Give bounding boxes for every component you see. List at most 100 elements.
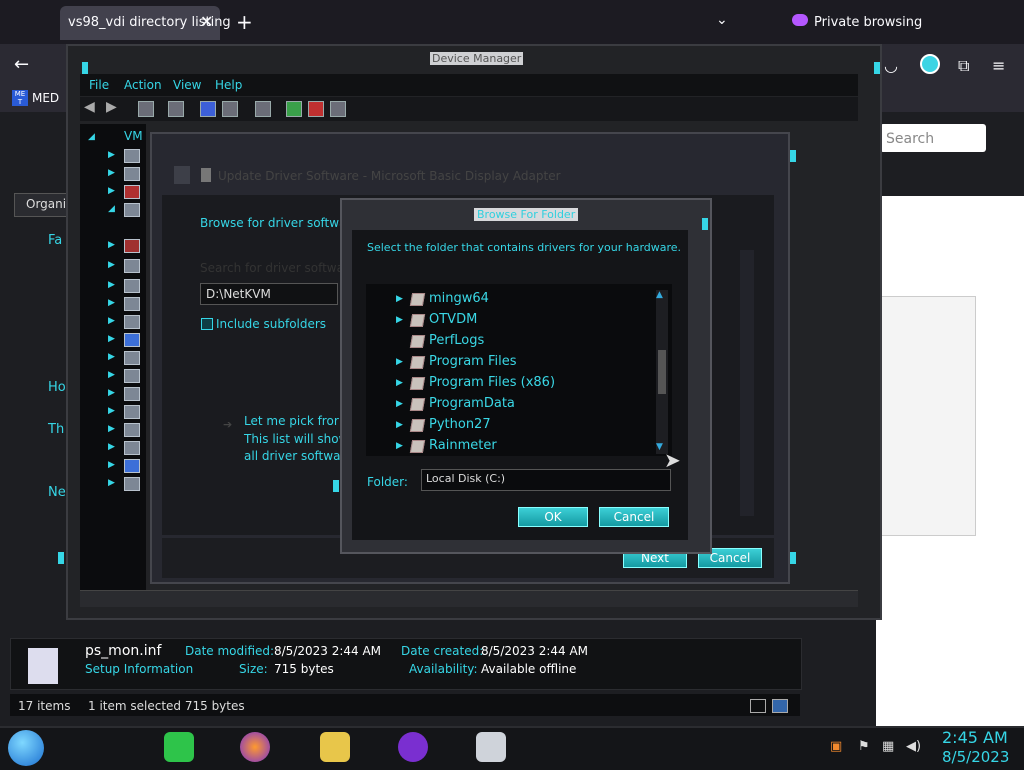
private-browsing-label: Private browsing	[814, 15, 923, 30]
ok-button[interactable]: OK	[518, 507, 588, 527]
file-explorer-icon[interactable]	[320, 732, 350, 762]
browse-cancel-button[interactable]: Cancel	[599, 507, 669, 527]
folder-item[interactable]: Rainmeter	[429, 438, 497, 453]
toolbar-uninstall-icon[interactable]	[308, 101, 324, 117]
toolbar-scan-icon[interactable]	[255, 101, 271, 117]
toolbar-update-driver-icon[interactable]	[286, 101, 302, 117]
tree-expander-icon[interactable]: ▶	[108, 352, 115, 362]
tree-expander-icon[interactable]: ▶	[108, 150, 115, 160]
pick-driver-desc-1: This list will show	[244, 432, 349, 446]
wizard-back-icon[interactable]	[174, 166, 190, 184]
tree-expander-icon[interactable]: ▶	[108, 478, 115, 488]
include-subfolders-checkbox[interactable]	[201, 318, 213, 330]
device-manager-taskbar-icon[interactable]	[476, 732, 506, 762]
tab-close-icon[interactable]: ✕	[200, 12, 213, 31]
nav-this-pc[interactable]: Th	[48, 422, 64, 437]
volume-icon[interactable]: ◀)	[906, 739, 921, 754]
folder-icon	[409, 398, 426, 411]
menu-hamburger-icon[interactable]: ≡	[992, 56, 1005, 75]
tree-expander-icon[interactable]: ▶	[108, 168, 115, 178]
menu-file[interactable]: File	[89, 78, 109, 92]
tree-expander-icon[interactable]: ▶	[108, 260, 115, 270]
folder-item[interactable]: mingw64	[429, 291, 489, 306]
include-subfolders-label[interactable]: Include subfolders	[216, 317, 326, 331]
folder-expand-icon[interactable]: ▶	[396, 420, 403, 430]
toolbar-view-icon[interactable]	[222, 101, 238, 117]
folder-expand-icon[interactable]: ▶	[396, 357, 403, 367]
clock-date[interactable]: 8/5/2023	[942, 748, 1009, 766]
toolbar-forward-icon[interactable]: ▶	[106, 99, 120, 115]
folder-item[interactable]: Python27	[429, 417, 491, 432]
folder-icon	[409, 356, 426, 369]
folder-item[interactable]: Program Files (x86)	[429, 375, 555, 390]
frame-accent	[790, 150, 796, 162]
folder-item[interactable]: OTVDM	[429, 312, 477, 327]
network-icon[interactable]: ▦	[882, 739, 894, 754]
tree-expander-icon[interactable]: ▶	[108, 460, 115, 470]
tree-expander-icon[interactable]: ▶	[108, 280, 115, 290]
toolbar-back-icon[interactable]: ◀	[84, 99, 98, 115]
flag-icon[interactable]: ⚑	[858, 739, 870, 754]
folder-item[interactable]: PerfLogs	[429, 333, 484, 348]
notes-app-icon[interactable]	[164, 732, 194, 762]
nav-network[interactable]: Ne	[48, 485, 66, 500]
tree-expander-icon[interactable]: ▶	[108, 388, 115, 398]
menu-view[interactable]: View	[173, 78, 201, 92]
tree-expander-icon[interactable]: ▶	[108, 370, 115, 380]
menu-help[interactable]: Help	[215, 78, 242, 92]
system-device-icon	[124, 441, 140, 455]
pocket-icon[interactable]: ◡	[884, 56, 898, 75]
scroll-up-icon[interactable]: ▲	[656, 290, 663, 300]
folder-item[interactable]: ProgramData	[429, 396, 515, 411]
clock-time[interactable]: 2:45 AM	[942, 728, 1008, 747]
organize-label: Organi	[26, 197, 67, 211]
date-modified-label: Date modified:	[185, 644, 275, 658]
firefox-icon[interactable]	[240, 732, 270, 762]
toolbar-list-icon[interactable]	[168, 101, 184, 117]
tree-expand-icon[interactable]: ◢	[88, 132, 95, 142]
tree-expander-icon[interactable]: ▶	[108, 186, 115, 196]
pick-driver-link[interactable]: Let me pick fror	[244, 414, 339, 428]
tree-collapse-icon[interactable]: ◢	[108, 204, 115, 214]
details-view-icon[interactable]	[750, 699, 766, 713]
toolbar-disable-icon[interactable]	[330, 101, 346, 117]
folder-expand-icon[interactable]: ▶	[396, 378, 403, 388]
extensions-icon[interactable]: ⧉	[958, 56, 969, 76]
tree-expander-icon[interactable]: ▶	[108, 406, 115, 416]
tree-expander-icon[interactable]: ▶	[108, 442, 115, 452]
browse-folder-instructions: Select the folder that contains drivers …	[367, 241, 682, 254]
folder-expand-icon[interactable]: ▶	[396, 315, 403, 325]
nav-favorites[interactable]: Fa	[48, 233, 62, 248]
toolbar-help-icon[interactable]	[200, 101, 216, 117]
tree-expander-icon[interactable]: ▶	[108, 316, 115, 326]
tree-expander-icon[interactable]: ▶	[108, 334, 115, 344]
nav-homegroup[interactable]: Ho	[48, 380, 66, 395]
frame-accent	[790, 552, 796, 564]
folder-icon	[409, 314, 426, 327]
search-placeholder: Search	[886, 131, 935, 147]
tree-root-label[interactable]: VM	[124, 129, 143, 143]
tab-list-chevron-icon[interactable]: ⌄	[716, 12, 728, 28]
toolbar-properties-icon[interactable]	[138, 101, 154, 117]
folder-expand-icon[interactable]: ▶	[396, 441, 403, 451]
new-tab-icon[interactable]: +	[236, 10, 253, 34]
tray-app-icon[interactable]: ▣	[830, 739, 842, 754]
folder-item[interactable]: Program Files	[429, 354, 517, 369]
thumbnail-view-icon[interactable]	[772, 699, 788, 713]
menu-action[interactable]: Action	[124, 78, 162, 92]
date-modified-value: 8/5/2023 2:44 AM	[274, 644, 382, 658]
private-window-icon[interactable]	[398, 732, 428, 762]
scrollbar-thumb[interactable]	[658, 350, 666, 394]
tree-expander-icon[interactable]: ▶	[108, 424, 115, 434]
folder-icon	[409, 419, 426, 432]
ports-device-icon	[124, 369, 140, 383]
folder-expand-icon[interactable]: ▶	[396, 399, 403, 409]
tree-expander-icon[interactable]: ▶	[108, 240, 115, 250]
account-icon[interactable]	[920, 54, 940, 74]
scroll-down-icon[interactable]: ▼	[656, 442, 663, 452]
back-arrow-icon[interactable]: ←	[14, 54, 29, 75]
bookmark-item[interactable]: MED	[32, 91, 59, 105]
folder-expand-icon[interactable]: ▶	[396, 294, 403, 304]
tree-expander-icon[interactable]: ▶	[108, 298, 115, 308]
start-orb-icon[interactable]	[8, 730, 44, 766]
